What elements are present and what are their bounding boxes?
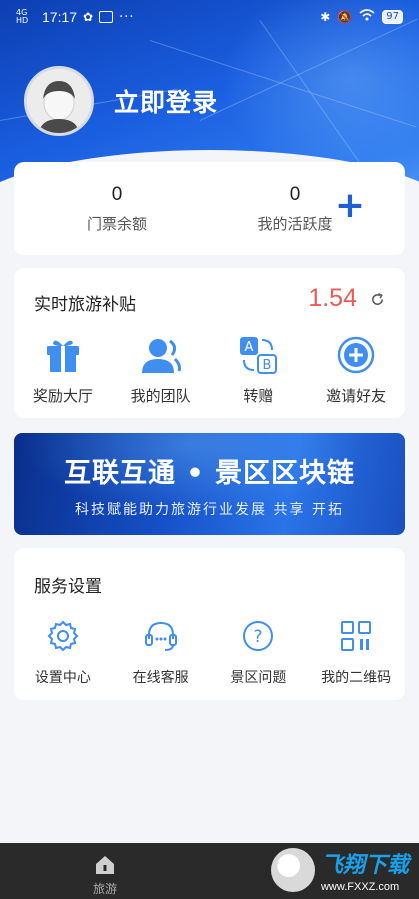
my-team-label: 我的团队 [130,387,191,405]
banner-title: 互联互通 • 景区区块链 [63,458,356,489]
headset-icon [112,618,210,654]
svg-text:A: A [245,340,254,355]
reward-hall-label: 奖励大厅 [32,387,93,405]
invite-icon [307,334,405,376]
status-time: 17:17 [42,9,78,25]
signal-indicator: 4G HD [16,8,29,25]
invite-friends-button[interactable]: 邀请好友 [307,334,405,406]
tab-travel-label: 旅游 [92,882,117,896]
notification-icon: ✿ [83,10,94,24]
profile-section[interactable]: 立即登录 [24,66,218,136]
promo-banner[interactable]: 互联互通 • 景区区块链 科技赋能助力旅游行业发展 共享 开拓 [14,433,405,535]
reward-hall-button[interactable]: 奖励大厅 [14,334,112,406]
scenic-issue-label: 景区问题 [230,670,287,686]
invite-friends-label: 邀请好友 [326,387,387,405]
banner-subtitle: 科技赋能助力旅游行业发展 共享 开拓 [75,502,344,518]
gear-icon [14,618,112,654]
wifi-icon [359,9,375,25]
gift-icon [14,334,112,376]
transfer-button[interactable]: A B 转赠 [210,334,308,406]
scenic-issue-button[interactable]: ? 景区问题 [210,618,308,687]
settings-center-label: 设置中心 [34,670,91,686]
transfer-label: 转赠 [243,387,274,405]
tab-travel[interactable]: 旅游 [70,853,140,897]
quick-actions: 奖励大厅 我的团队 A B 转赠 邀请好友 [14,334,405,406]
watermark-url: www.FXXZ.com [320,881,400,893]
online-service-label: 在线客服 [132,670,189,686]
refresh-icon[interactable] [370,292,385,307]
watermark: 飞翔下载 www.FXXZ.com [270,847,409,893]
more-notifications: ··· [119,9,135,25]
watermark-logo [270,848,315,892]
my-qrcode-button[interactable]: 我的二维码 [307,618,405,687]
subsidy-value: 1.54 [308,284,357,312]
my-team-button[interactable]: 我的团队 [112,334,210,406]
bottom-tab-bar: 旅游 飞翔下载 www.FXXZ.com [0,843,419,899]
subsidy-card: 实时旅游补贴 1.54 奖励大厅 我的团队 A B 转赠 邀请好友 [14,268,405,418]
online-service-button[interactable]: 在线客服 [112,618,210,687]
mute-icon: 🔕 [337,10,353,24]
question-icon: ? [210,618,308,654]
team-icon [112,334,210,376]
subsidy-title: 实时旅游补贴 [34,295,136,315]
svg-text:?: ? [254,627,263,647]
watermark-text: 飞翔下载 [320,853,409,878]
mail-icon [99,11,114,23]
service-title: 服务设置 [34,577,102,597]
add-activity-button[interactable]: + [335,188,365,224]
ticket-balance-label: 门票余额 [86,215,147,233]
qrcode-icon [307,618,405,654]
avatar-person-icon [27,69,91,133]
avatar[interactable] [24,66,94,136]
service-actions: 设置中心 在线客服 ? 景区问题 我的二维码 [14,618,405,687]
service-card: 服务设置 设置中心 在线客服 ? 景区问题 我的二维码 [14,548,405,700]
battery-icon: 97 [382,10,403,24]
stats-card: 0 门票余额 0 我的活跃度 + [14,162,405,255]
ticket-balance-stat[interactable]: 0 门票余额 [57,184,177,234]
ticket-balance-value: 0 [111,184,123,205]
login-link[interactable]: 立即登录 [114,83,218,119]
svg-text:B: B [263,358,272,373]
status-bar: 4G HD 17:17 ✿ ··· ✱ 🔕 97 [0,0,419,34]
transfer-icon: A B [210,334,308,376]
bluetooth-icon: ✱ [320,10,331,24]
my-qrcode-label: 我的二维码 [321,670,392,686]
home-icon [96,856,114,874]
settings-center-button[interactable]: 设置中心 [14,618,112,687]
